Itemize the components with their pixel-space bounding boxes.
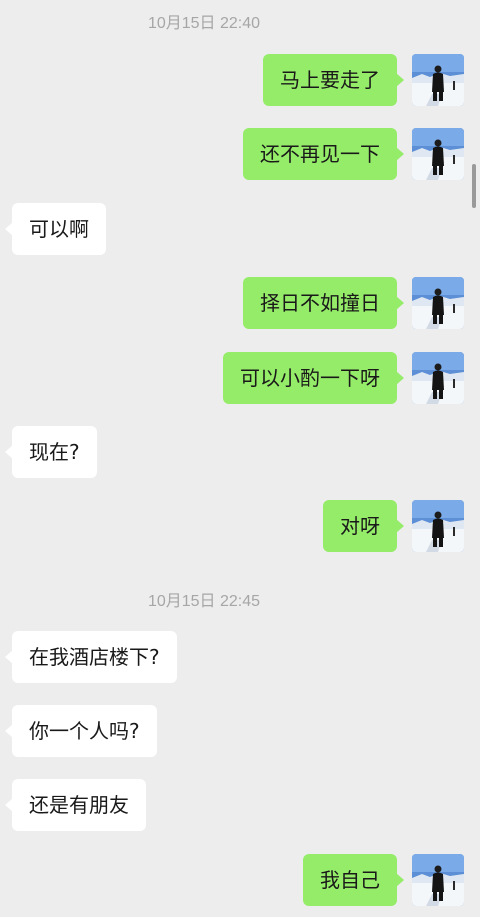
outgoing-message-bubble[interactable]: 对呀 (323, 500, 404, 552)
avatar[interactable] (412, 54, 464, 106)
message-row-outgoing: 还不再见一下 (0, 128, 480, 182)
timestamp: 10月15日 22:40 (147, 15, 261, 32)
outgoing-message-bubble[interactable]: 择日不如撞日 (243, 277, 404, 329)
message-row-outgoing: 择日不如撞日 (0, 277, 480, 331)
message-row-incoming: 在我酒店楼下? (0, 631, 480, 685)
snow-landscape-person-icon (412, 500, 464, 552)
outgoing-message-bubble[interactable]: 可以小酌一下呀 (223, 352, 404, 404)
avatar[interactable] (412, 500, 464, 552)
incoming-message-bubble[interactable]: 可以啊 (5, 203, 106, 255)
incoming-message-bubble[interactable]: 现在? (5, 426, 97, 478)
incoming-message-bubble[interactable]: 在我酒店楼下? (5, 631, 177, 683)
timestamp: 10月15日 22:45 (147, 593, 261, 610)
avatar[interactable] (412, 277, 464, 329)
snow-landscape-person-icon (412, 277, 464, 329)
avatar[interactable] (412, 128, 464, 180)
chat-window[interactable]: 10月15日 22:40 马上要走了 还不再见一下 可以啊 择日不如撞日 可以小… (0, 0, 480, 917)
message-row-incoming: 你一个人吗? (0, 705, 480, 759)
outgoing-message-bubble[interactable]: 我自己 (303, 854, 404, 906)
avatar[interactable] (412, 854, 464, 906)
message-row-outgoing: 可以小酌一下呀 (0, 352, 480, 406)
snow-landscape-person-icon (412, 854, 464, 906)
scrollbar[interactable] (472, 164, 476, 208)
message-row-incoming: 还是有朋友 (0, 779, 480, 833)
message-row-outgoing: 马上要走了 (0, 54, 480, 108)
message-row-outgoing: 我自己 (0, 854, 480, 908)
message-row-incoming: 现在? (0, 426, 480, 480)
outgoing-message-bubble[interactable]: 还不再见一下 (243, 128, 404, 180)
incoming-message-bubble[interactable]: 还是有朋友 (5, 779, 146, 831)
snow-landscape-person-icon (412, 128, 464, 180)
incoming-message-bubble[interactable]: 你一个人吗? (5, 705, 157, 757)
message-row-incoming: 可以啊 (0, 203, 480, 257)
avatar[interactable] (412, 352, 464, 404)
snow-landscape-person-icon (412, 54, 464, 106)
snow-landscape-person-icon (412, 352, 464, 404)
outgoing-message-bubble[interactable]: 马上要走了 (263, 54, 404, 106)
message-row-outgoing: 对呀 (0, 500, 480, 554)
